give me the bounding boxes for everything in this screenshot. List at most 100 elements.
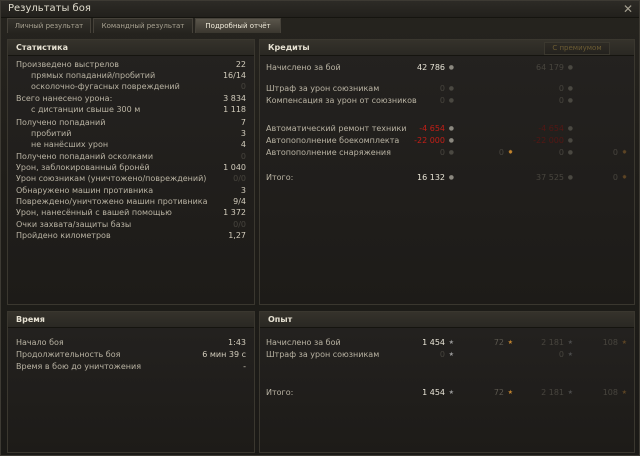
stat-label: Очки захвата/защиты базы [16, 220, 132, 229]
stat-label: Урон, нанесённый с вашей помощью [16, 208, 172, 217]
window-title: Результаты боя [8, 3, 91, 14]
stat-row: Произведено выстрелов 22 [16, 59, 246, 70]
stat-label: Получено попаданий [16, 118, 106, 127]
xp-row: Штраф за урон союзникам 0 ★ 0 ★ [266, 349, 628, 360]
tab-personal-result[interactable]: Личный результат [7, 18, 91, 33]
xp-value: 1 454 [422, 388, 445, 397]
xp-label: Итого: [266, 388, 294, 397]
credit-value: 0 [439, 96, 445, 105]
time-label: Время в бою до уничтожения [16, 362, 142, 371]
stat-value: 0/0 [233, 220, 246, 229]
credit-value: 0 [439, 84, 445, 93]
time-value: - [243, 362, 246, 371]
stat-row: Урон, нанесённый с вашей помощью 1 372 [16, 207, 246, 218]
stat-label: пробитий [31, 129, 72, 138]
xp-label: Начислено за бой [266, 338, 341, 347]
credit-label: Автопополнение снаряжения [266, 148, 391, 157]
stat-value: 1 372 [223, 208, 246, 217]
stat-row: осколочно-фугасных повреждений 0 [16, 81, 246, 92]
stat-label: Всего нанесено урона: [16, 94, 113, 103]
credit-row: Начислено за бой 42 786 ● 64 179 ● [266, 62, 628, 73]
free-xp-star-icon: ★ [621, 339, 627, 346]
xp-value: 1 454 [422, 338, 445, 347]
free-xp-star-icon: ★ [621, 389, 627, 396]
close-icon[interactable]: ✕ [623, 2, 633, 16]
xp-value: 2 181 [541, 388, 564, 397]
stat-row: не нанёсших урон 4 [16, 139, 246, 150]
experience-header: Опыт [260, 312, 634, 328]
free-xp-star-icon: ★ [507, 389, 513, 396]
time-value: 6 мин 39 с [202, 350, 246, 359]
credit-value: 64 179 [536, 63, 564, 72]
experience-title: Опыт [268, 315, 293, 324]
stat-value: 3 [240, 129, 246, 138]
stat-label: с дистанции свыше 300 м [31, 105, 141, 114]
stat-value: 3 [240, 186, 246, 195]
time-row: Время в бою до уничтожения - [16, 361, 246, 372]
credits-panel: Кредиты С премиумом Начислено за бой 42 7… [259, 39, 635, 305]
stat-label: Урон союзникам (уничтожено/повреждений) [16, 174, 207, 183]
experience-panel: Опыт Начислено за бой 1 454 ★ 72 ★ 2 181 ★ 108 ★… [259, 311, 635, 453]
silver-coin-icon: ● [448, 125, 454, 132]
xp-star-icon: ★ [448, 351, 454, 358]
credit-value: -22 000 [533, 136, 564, 145]
time-value: 1:43 [228, 338, 246, 347]
credit-row: Автопополнение боекомплекта -22 000 ● -22 0… [266, 135, 628, 146]
credit-value: 37 525 [536, 173, 564, 182]
gold-icon: ✸ [621, 149, 627, 156]
silver-coin-icon: ● [448, 97, 454, 104]
credit-label: Штраф за урон союзникам [266, 84, 380, 93]
silver-coin-icon: ● [567, 97, 573, 104]
xp-row: Итого: 1 454 ★ 72 ★ 2 181 ★ 108 ★ [266, 387, 628, 398]
time-label: Продолжительность боя [16, 350, 121, 359]
title-bar: Результаты боя ✕ [1, 1, 639, 18]
tab-detailed-report[interactable]: Подробный отчёт [195, 18, 281, 33]
time-panel: Время Начало боя 1:43 Продолжительность бо… [7, 311, 255, 453]
silver-coin-icon: ● [567, 64, 573, 71]
stat-row: Повреждено/уничтожено машин противника 9/… [16, 196, 246, 207]
stat-label: не нанёсших урон [31, 140, 109, 149]
stat-row: Очки захвата/защиты базы 0/0 [16, 219, 246, 230]
time-header: Время [8, 312, 254, 328]
stat-value: 4 [240, 140, 246, 149]
stat-value: 0 [240, 82, 246, 91]
battle-results-window: Результаты боя ✕ Личный результат Команд… [0, 0, 640, 456]
stat-row: Пройдено километров 1,27 [16, 230, 246, 241]
stat-label: Урон, заблокированный бронёй [16, 163, 150, 172]
silver-coin-icon: ● [567, 149, 573, 156]
xp-star-icon: ★ [567, 389, 573, 396]
credit-value: 0 [558, 84, 564, 93]
stat-label: Обнаружено машин противника [16, 186, 154, 195]
silver-coin-icon: ● [567, 85, 573, 92]
tab-team-result[interactable]: Командный результат [93, 18, 193, 33]
silver-coin-icon: ● [448, 174, 454, 181]
statistics-header: Статистика [8, 40, 254, 56]
credit-row: Компенсация за урон от союзников 0 ● 0 ● [266, 95, 628, 106]
stat-row: Получено попаданий осколками 0 [16, 151, 246, 162]
stat-label: Пройдено километров [16, 231, 111, 240]
statistics-panel: Статистика Произведено выстрелов 22 прямых… [7, 39, 255, 305]
time-row: Продолжительность боя 6 мин 39 с [16, 349, 246, 360]
silver-coin-icon: ● [448, 64, 454, 71]
credit-label: Итого: [266, 173, 294, 182]
silver-coin-icon: ● [567, 174, 573, 181]
free-xp-star-icon: ★ [507, 339, 513, 346]
stat-value: 1 118 [223, 105, 246, 114]
credit-value: 0 [612, 148, 618, 157]
time-label: Начало боя [16, 338, 64, 347]
silver-coin-icon: ● [448, 85, 454, 92]
stat-value: 3 834 [223, 94, 246, 103]
xp-value: 72 [493, 388, 504, 397]
stat-row: Всего нанесено урона: 3 834 [16, 93, 246, 104]
credit-value: -22 000 [414, 136, 445, 145]
xp-row: Начислено за бой 1 454 ★ 72 ★ 2 181 ★ 108 ★ [266, 337, 628, 348]
credit-row: Автоматический ремонт техники -4 654 ● -4 6… [266, 123, 628, 134]
xp-star-icon: ★ [448, 389, 454, 396]
premium-button[interactable]: С премиумом [544, 42, 610, 55]
gold-icon: ✸ [621, 174, 627, 181]
stat-label: Получено попаданий осколками [16, 152, 154, 161]
stat-value: 1 040 [223, 163, 246, 172]
time-row: Начало боя 1:43 [16, 337, 246, 348]
silver-coin-icon: ● [448, 149, 454, 156]
xp-value: 72 [493, 338, 504, 347]
